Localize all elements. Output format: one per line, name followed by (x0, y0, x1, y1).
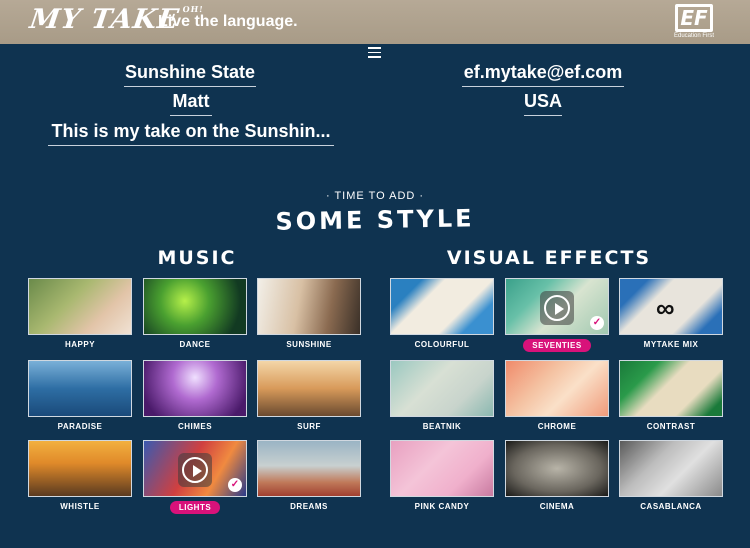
effect-tile-contrast[interactable]: CONTRAST (619, 360, 723, 431)
checkmark-icon: ✓ (228, 478, 242, 492)
app-header: MY TAKEOH! Live the language. EF Educati… (0, 0, 750, 44)
hamburger-icon[interactable] (368, 47, 381, 58)
music-tile-lights[interactable]: ✓ LIGHTS (143, 440, 247, 514)
effect-thumbnail (390, 440, 494, 497)
ef-logo-mark: EF (675, 4, 713, 32)
music-thumbnail (143, 278, 247, 335)
page-headline: SOME STYLE (275, 204, 475, 236)
effect-tile-casablanca[interactable]: CASABLANCA (619, 440, 723, 511)
music-thumbnail (257, 440, 361, 497)
effect-thumbnail (505, 440, 609, 497)
music-thumbnail (28, 360, 132, 417)
play-icon[interactable] (540, 291, 574, 325)
music-tile-happy[interactable]: HAPPY (28, 278, 132, 349)
music-thumbnail (143, 360, 247, 417)
effect-tile-pink-candy[interactable]: PINK CANDY (390, 440, 494, 511)
checkmark-icon: ✓ (590, 316, 604, 330)
ef-logo-subtitle: Education First (673, 33, 715, 39)
music-thumbnail (257, 278, 361, 335)
visual-effects-title: VISUAL EFFECTS (446, 247, 652, 269)
effect-thumbnail: ✓ (505, 278, 609, 335)
music-thumbnail: ✓ (143, 440, 247, 497)
effect-thumbnail (619, 440, 723, 497)
music-tile-paradise[interactable]: PARADISE (28, 360, 132, 431)
effect-thumbnail (390, 360, 494, 417)
infinity-icon: ∞ (656, 293, 675, 323)
music-tile-surf[interactable]: SURF (257, 360, 361, 431)
effect-thumbnail (390, 278, 494, 335)
effect-thumbnail: ∞ (619, 278, 723, 335)
effect-tile-chrome[interactable]: CHROME (505, 360, 609, 431)
name-field[interactable]: Matt (170, 91, 212, 116)
play-icon[interactable] (178, 453, 212, 487)
tagline: Live the language. (158, 13, 298, 30)
section-kicker: · TIME TO ADD · (325, 190, 425, 202)
description-field[interactable]: This is my take on the Sunshin... (48, 121, 334, 146)
effect-tile-mytake-mix[interactable]: ∞ MYTAKE MIX (619, 278, 723, 349)
effect-tile-cinema[interactable]: CINEMA (505, 440, 609, 511)
music-tile-chimes[interactable]: CHIMES (143, 360, 247, 431)
project-title-field[interactable]: Sunshine State (124, 62, 256, 87)
effect-thumbnail (619, 360, 723, 417)
music-tile-dreams[interactable]: DREAMS (257, 440, 361, 511)
email-field[interactable]: ef.mytake@ef.com (462, 62, 624, 87)
music-tile-sunshine[interactable]: SUNSHINE (257, 278, 361, 349)
effect-tile-seventies[interactable]: ✓ SEVENTIES (505, 278, 609, 352)
music-tile-whistle[interactable]: WHISTLE (28, 440, 132, 511)
ef-logo: EF Education First (668, 4, 720, 42)
music-tile-dance[interactable]: DANCE (143, 278, 247, 349)
effect-tile-colourful[interactable]: COLOURFUL (390, 278, 494, 349)
music-thumbnail (28, 440, 132, 497)
effect-thumbnail (505, 360, 609, 417)
music-title: MUSIC (157, 247, 237, 269)
effect-tile-beatnik[interactable]: BEATNIK (390, 360, 494, 431)
music-thumbnail (257, 360, 361, 417)
music-thumbnail (28, 278, 132, 335)
country-field[interactable]: USA (524, 91, 562, 116)
